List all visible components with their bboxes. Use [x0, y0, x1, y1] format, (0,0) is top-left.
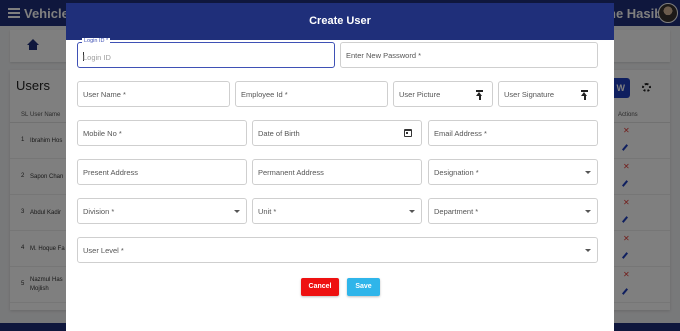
employee-id-input[interactable]: Employee Id *: [235, 81, 388, 107]
user-level-select[interactable]: User Level *: [77, 237, 598, 263]
chevron-down-icon[interactable]: [585, 171, 591, 174]
permanent-address-placeholder: Permanent Address: [258, 168, 324, 177]
chevron-down-icon[interactable]: [234, 210, 240, 213]
user-level-placeholder: User Level *: [83, 246, 124, 255]
password-placeholder: Enter New Password *: [346, 51, 422, 60]
unit-placeholder: Unit *: [258, 207, 277, 216]
date-of-birth-placeholder: Date of Birth: [258, 129, 300, 138]
save-button[interactable]: Save: [347, 278, 380, 296]
password-input[interactable]: Enter New Password *: [340, 42, 598, 68]
unit-select[interactable]: Unit *: [252, 198, 422, 224]
calendar-icon[interactable]: [404, 129, 412, 137]
user-picture-placeholder: User Picture: [399, 90, 441, 99]
user-name-input[interactable]: User Name *: [77, 81, 230, 107]
email-placeholder: Email Address *: [434, 129, 487, 138]
upload-icon[interactable]: [581, 90, 588, 100]
chevron-down-icon[interactable]: [585, 249, 591, 252]
user-signature-upload[interactable]: User Signature: [498, 81, 598, 107]
user-picture-upload[interactable]: User Picture: [393, 81, 493, 107]
designation-select[interactable]: Designation *: [428, 159, 598, 185]
date-of-birth-input[interactable]: Date of Birth: [252, 120, 422, 146]
department-placeholder: Department *: [434, 207, 479, 216]
email-input[interactable]: Email Address *: [428, 120, 598, 146]
mobile-no-placeholder: Mobile No *: [83, 129, 122, 138]
permanent-address-input[interactable]: Permanent Address: [252, 159, 422, 185]
chevron-down-icon[interactable]: [409, 210, 415, 213]
login-id-input[interactable]: Login ID * Login ID: [77, 38, 335, 68]
chevron-down-icon[interactable]: [585, 210, 591, 213]
user-signature-placeholder: User Signature: [504, 90, 555, 99]
present-address-placeholder: Present Address: [83, 168, 139, 177]
division-placeholder: Division *: [83, 207, 115, 216]
division-select[interactable]: Division *: [77, 198, 247, 224]
employee-id-placeholder: Employee Id *: [241, 90, 288, 99]
modal-header: Create User: [66, 3, 614, 40]
cancel-button[interactable]: Cancel: [301, 278, 339, 296]
designation-placeholder: Designation *: [434, 168, 479, 177]
user-name-placeholder: User Name *: [83, 90, 126, 99]
upload-icon[interactable]: [476, 90, 483, 100]
create-user-modal: Create User Login ID * Login ID Enter Ne…: [66, 3, 614, 331]
login-id-placeholder: Login ID: [83, 53, 111, 62]
present-address-input[interactable]: Present Address: [77, 159, 247, 185]
mobile-no-input[interactable]: Mobile No *: [77, 120, 247, 146]
login-id-label: Login ID *: [82, 38, 111, 44]
department-select[interactable]: Department *: [428, 198, 598, 224]
modal-title: Create User: [309, 15, 371, 27]
